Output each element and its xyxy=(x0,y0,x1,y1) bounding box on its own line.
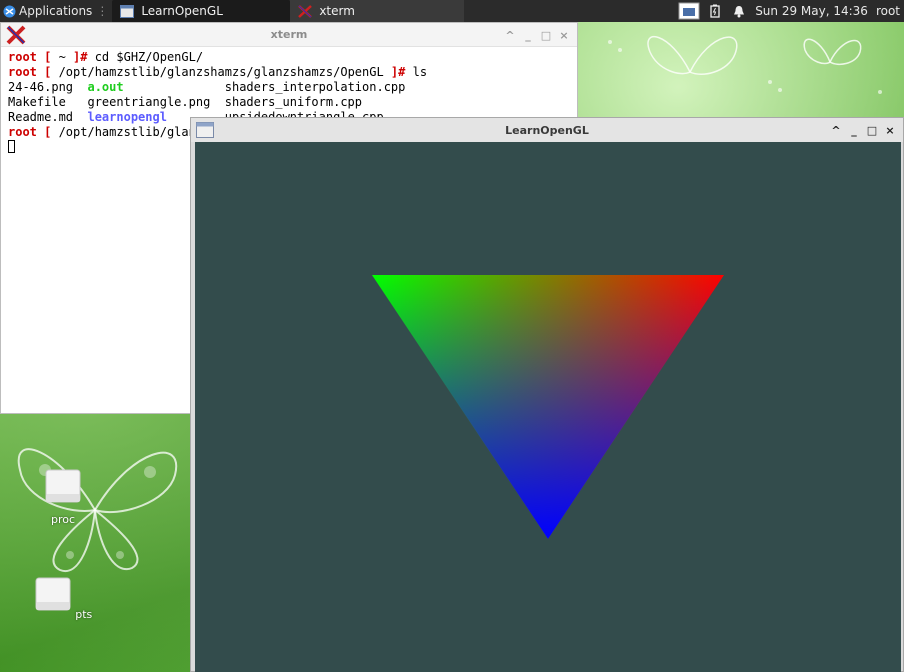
maximize-button[interactable]: □ xyxy=(537,26,555,44)
butterfly-wallpaper-art xyxy=(17,448,178,573)
butterfly-wallpaper-art-top xyxy=(608,36,882,94)
terminal-text: /opt/hamzstlib/glanzshamzs/glanzshamzs/O… xyxy=(58,65,391,79)
terminal-line: Makefile greentriangle.png shaders_unifo… xyxy=(8,95,577,110)
battery-icon xyxy=(710,4,720,18)
learnopengl-window[interactable]: LearnOpenGL ^ _ □ × xyxy=(190,117,904,672)
terminal-text: Readme.md xyxy=(8,110,88,124)
terminal-text: ls xyxy=(405,65,428,79)
terminal-text: learnopengl xyxy=(87,110,167,124)
window-title: LearnOpenGL xyxy=(505,123,589,137)
desktop-icon-proc[interactable]: proc xyxy=(33,468,93,526)
terminal-text: ]# xyxy=(390,65,406,79)
terminal-text: Makefile greentriangle.png shaders_unifo… xyxy=(8,95,363,109)
shade-button[interactable]: ^ xyxy=(827,121,845,139)
terminal-text: /opt/hamzstlib/glan xyxy=(58,125,196,139)
terminal-line: 24-46.png a.out shaders_interpolation.cp… xyxy=(8,80,577,95)
taskbar-label: LearnOpenGL xyxy=(141,4,223,18)
xterm-icon xyxy=(298,4,313,18)
shade-button[interactable]: ^ xyxy=(501,26,519,44)
terminal-line: root [ ~ ]# cd $GHZ/OpenGL/ xyxy=(8,50,577,65)
applications-menu-button[interactable]: Applications ⋮ xyxy=(0,0,112,22)
desktop-icon-pts[interactable]: pts xyxy=(33,576,93,621)
terminal-text: cd $GHZ/OpenGL/ xyxy=(87,50,204,64)
terminal-line: root [ /opt/hamzstlib/glanzshamzs/glanzs… xyxy=(8,65,577,80)
user-menu[interactable]: root xyxy=(872,4,904,18)
terminal-text: ]# xyxy=(73,50,88,64)
rgb-triangle xyxy=(372,275,724,539)
taskbar-label: xterm xyxy=(319,4,355,18)
close-button[interactable]: × xyxy=(555,26,573,44)
minimize-button[interactable]: _ xyxy=(845,121,863,139)
desktop-icon-label: pts xyxy=(75,608,93,621)
terminal-text: shaders_interpolation.cpp xyxy=(123,80,406,94)
notifications-button[interactable] xyxy=(729,0,749,22)
learnopengl-titlebar[interactable]: LearnOpenGL ^ _ □ × xyxy=(191,118,903,142)
battery-indicator[interactable] xyxy=(705,0,725,22)
top-panel: Applications ⋮ LearnOpenGL xterm Sun 29 … xyxy=(0,0,904,22)
window-title: xterm xyxy=(270,28,308,41)
terminal-text: a.out xyxy=(87,80,124,94)
clock[interactable]: Sun 29 May, 14:36 xyxy=(751,4,872,18)
terminal-text: ~ xyxy=(58,50,74,64)
close-button[interactable]: × xyxy=(881,121,899,139)
terminal-text: 24-46.png xyxy=(8,80,88,94)
drive-icon xyxy=(35,577,71,611)
terminal-text: root [ xyxy=(8,50,59,64)
terminal-text: root [ xyxy=(8,125,59,139)
taskbar-item-xterm[interactable]: xterm xyxy=(290,0,465,22)
taskbar-item-learnopengl[interactable]: LearnOpenGL xyxy=(112,0,291,22)
bell-icon xyxy=(734,5,745,17)
workspace-switcher[interactable] xyxy=(677,0,701,22)
terminal-text: root [ xyxy=(8,65,59,79)
drive-icon xyxy=(45,469,81,503)
panel-tray: Sun 29 May, 14:36 root xyxy=(675,0,904,22)
xfce-logo-icon xyxy=(3,5,16,17)
workspace-icon xyxy=(678,2,700,20)
xterm-titlebar[interactable]: xterm ^ _ □ × xyxy=(1,23,577,47)
panel-separator: ⋮ xyxy=(96,4,109,18)
opengl-canvas[interactable] xyxy=(195,142,901,672)
window-icon xyxy=(120,4,135,18)
terminal-cursor xyxy=(8,140,15,153)
desktop-icon-label: proc xyxy=(50,513,76,526)
maximize-button[interactable]: □ xyxy=(863,121,881,139)
minimize-button[interactable]: _ xyxy=(519,26,537,44)
applications-label: Applications xyxy=(19,4,93,18)
